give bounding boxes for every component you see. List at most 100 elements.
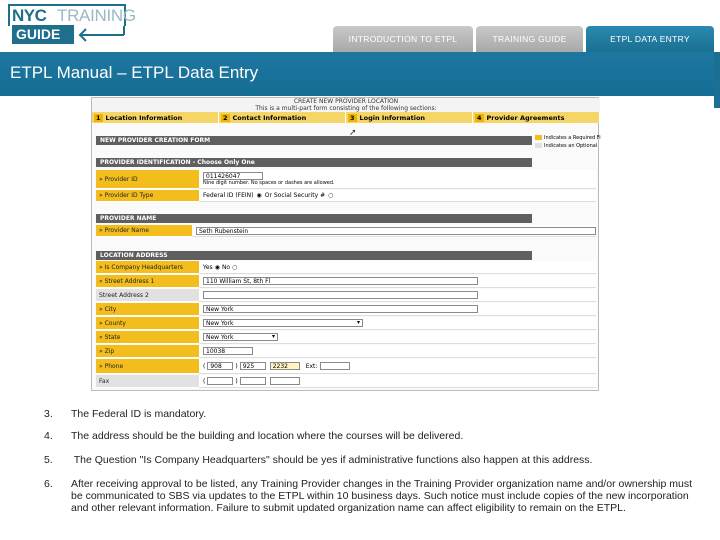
note-item: 4. The address should be the building an… xyxy=(44,430,704,442)
fax-close-paren: ) xyxy=(235,377,238,385)
phone-row: » Phone ( 908 ) 925 2232 Ext: xyxy=(96,359,596,374)
logo-training-text: TRAINING xyxy=(57,6,136,25)
state-row: » State New York xyxy=(96,331,596,344)
city-cell: New York xyxy=(199,303,596,316)
form-header: CREATE NEW PROVIDER LOCATION This is a m… xyxy=(92,98,600,112)
street-address-2-cell xyxy=(199,289,596,302)
tab-etpl-data-entry[interactable]: ETPL DATA ENTRY xyxy=(586,26,714,52)
state-cell: New York xyxy=(199,331,596,344)
note-item: 6. After receiving approval to be listed… xyxy=(44,478,704,514)
step-number: 1 xyxy=(94,113,103,122)
street-address-2-input[interactable] xyxy=(203,291,478,299)
street-address-1-label: » Street Address 1 xyxy=(96,275,199,288)
note-number: 6. xyxy=(44,478,53,490)
city-label: » City xyxy=(96,303,199,316)
section-location-address: LOCATION ADDRESS xyxy=(96,251,532,260)
page-title: ETPL Manual – ETPL Data Entry xyxy=(10,63,259,82)
street-address-2-row: Street Address 2 xyxy=(96,289,596,302)
provider-id-row: » Provider ID 011426047 Nine digit numbe… xyxy=(96,170,596,189)
city-row: » City New York xyxy=(96,303,596,316)
street-address-1-input[interactable]: 110 William St, 8th Fl xyxy=(203,277,478,285)
provider-id-input[interactable]: 011426047 xyxy=(203,172,263,180)
zip-input[interactable]: 10038 xyxy=(203,347,253,355)
street-address-2-label: Street Address 2 xyxy=(96,289,199,302)
state-select[interactable]: New York xyxy=(203,333,278,341)
form-header-subtitle: This is a multi-part form consisting of … xyxy=(255,105,437,112)
ext-label: Ext: xyxy=(305,362,318,370)
fax-prefix-input[interactable] xyxy=(239,377,266,385)
step-label: Location Information xyxy=(105,113,183,122)
provider-name-row: » Provider Name Seth Rubenstein xyxy=(96,225,596,237)
street-address-1-row: » Street Address 1 110 William St, 8th F… xyxy=(96,275,596,288)
zip-cell: 10038 xyxy=(199,345,596,358)
federal-id-radio[interactable]: ◉ xyxy=(257,192,262,199)
step-provider-agreements[interactable]: 4 Provider Agreements xyxy=(473,112,600,123)
tab-introduction-to-etpl[interactable]: INTRODUCTION TO ETPL xyxy=(333,26,473,52)
note-text: After receiving approval to be listed, a… xyxy=(71,478,693,514)
headquarters-row: » Is Company Headquarters Yes ◉ No ○ xyxy=(96,261,596,274)
legend-optional: Indicates an Optional xyxy=(535,142,601,150)
headquarters-label: » Is Company Headquarters xyxy=(96,261,199,274)
note-text: The Question "Is Company Headquarters" s… xyxy=(71,454,593,466)
provider-id-note: Nine digit number. No spaces or dashes a… xyxy=(203,180,335,186)
step-number: 2 xyxy=(221,113,230,122)
hq-no-radio[interactable]: ○ xyxy=(232,264,237,271)
county-row: » County New York xyxy=(96,317,596,330)
provider-location-form-screenshot: CREATE NEW PROVIDER LOCATION This is a m… xyxy=(91,97,601,391)
section-provider-identification: PROVIDER IDENTIFICATION - Choose Only On… xyxy=(96,158,532,167)
provider-name-label: » Provider Name xyxy=(96,225,192,237)
legend-optional-label: Indicates an Optional xyxy=(544,143,598,149)
step-label: Provider Agreements xyxy=(486,113,565,122)
phone-line-input[interactable]: 2232 xyxy=(269,362,300,370)
form-header-title: CREATE NEW PROVIDER LOCATION xyxy=(293,98,399,105)
step-location-information[interactable]: 1 Location Information xyxy=(92,112,219,123)
note-number: 3. xyxy=(44,408,53,420)
top-navigation-tabs: INTRODUCTION TO ETPL TRAINING GUIDE ETPL… xyxy=(333,26,717,52)
ext-input[interactable] xyxy=(320,362,351,370)
tab-training-guide[interactable]: TRAINING GUIDE xyxy=(476,26,583,52)
zip-label: » Zip xyxy=(96,345,199,358)
federal-id-option-label: Federal ID (FEIN) xyxy=(203,192,254,199)
phone-cell: ( 908 ) 925 2232 Ext: xyxy=(199,359,596,374)
note-number: 4. xyxy=(44,430,53,442)
form-steps-bar: 1 Location Information 2 Contact Informati… xyxy=(92,112,600,123)
hq-yes-radio[interactable]: ◉ xyxy=(215,264,220,271)
headquarters-cell: Yes ◉ No ○ xyxy=(199,261,596,274)
provider-name-input[interactable]: Seth Rubenstein xyxy=(196,226,596,235)
step-login-information[interactable]: 3 Login Information xyxy=(346,112,473,123)
note-number: 5. xyxy=(44,454,53,466)
provider-id-cell: 011426047 Nine digit number. No spaces o… xyxy=(199,170,596,189)
city-input[interactable]: New York xyxy=(203,305,478,313)
state-label: » State xyxy=(96,331,199,344)
fax-line-input[interactable] xyxy=(269,377,300,385)
provider-name-cell: Seth Rubenstein xyxy=(192,225,596,237)
phone-open-paren: ( xyxy=(203,362,206,370)
county-select[interactable]: New York xyxy=(203,319,363,327)
legend-required: Indicates a Required Fi xyxy=(535,134,601,142)
section-provider-name: PROVIDER NAME xyxy=(96,214,532,223)
provider-id-type-cell: Federal ID (FEIN) ◉ Or Social Security #… xyxy=(199,190,596,202)
fax-open-paren: ( xyxy=(203,377,206,385)
section-new-provider-creation: NEW PROVIDER CREATION FORM xyxy=(96,136,532,145)
logo-guide-text: GUIDE xyxy=(12,25,74,44)
phone-prefix-input[interactable]: 925 xyxy=(239,362,266,370)
step-number: 3 xyxy=(348,113,357,122)
note-text: The Federal ID is mandatory. xyxy=(71,408,207,420)
phone-area-input[interactable]: 908 xyxy=(207,362,234,370)
step-label: Contact Information xyxy=(232,113,307,122)
provider-id-type-label: » Provider ID Type xyxy=(96,190,199,202)
step-contact-information[interactable]: 2 Contact Information xyxy=(219,112,346,123)
nyc-training-guide-logo[interactable]: NYC TRAINING GUIDE xyxy=(8,4,136,44)
title-bar-edge xyxy=(714,52,720,108)
logo-nyc-text: NYC xyxy=(12,6,47,25)
ssn-radio[interactable]: ○ xyxy=(328,192,333,199)
zip-row: » Zip 10038 xyxy=(96,345,596,358)
note-item: 3. The Federal ID is mandatory. xyxy=(44,408,704,420)
fax-label: Fax xyxy=(96,375,199,388)
hq-yes-label: Yes xyxy=(203,263,213,271)
step-label: Login Information xyxy=(359,113,426,122)
phone-close-paren: ) xyxy=(235,362,238,370)
phone-label: » Phone xyxy=(96,359,199,374)
fax-area-input[interactable] xyxy=(207,377,234,385)
hq-no-label: No xyxy=(221,263,231,271)
